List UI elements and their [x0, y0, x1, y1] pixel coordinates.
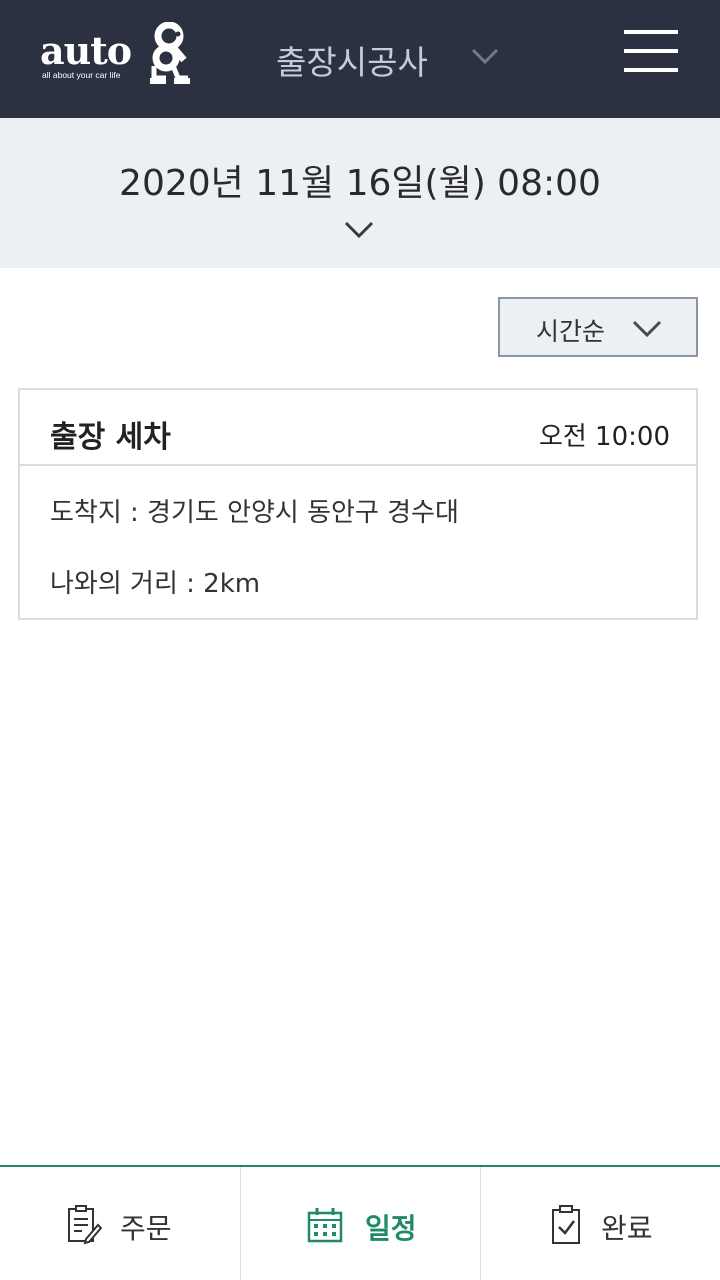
tab-completed[interactable]: 완료 — [480, 1167, 720, 1280]
chevron-down-icon — [632, 320, 662, 338]
mascot-icon — [150, 22, 190, 84]
sort-dropdown[interactable]: 시간순 — [498, 297, 698, 357]
destination-text: 도착지 : 경기도 안양시 동안구 경수대 — [50, 498, 459, 528]
clipboard-check-icon — [552, 1205, 580, 1244]
sort-label: 시간순 — [536, 317, 606, 346]
page-title[interactable]: 출장시공사 — [276, 36, 428, 84]
calendar-icon — [307, 1208, 343, 1243]
distance-text: 나와의 거리 : 2km — [50, 569, 261, 599]
autoq-logo[interactable]: auto all about your car life — [40, 22, 190, 86]
hamburger-menu-icon[interactable] — [620, 26, 680, 76]
logo-tagline: all about your car life — [42, 70, 121, 80]
schedule-card-header: 출장 세차 오전 10:00 — [20, 390, 696, 466]
bottom-tab-bar: 주문 일정 완료 — [0, 1165, 720, 1280]
schedule-time: 오전 10:00 — [538, 422, 670, 452]
date-selector[interactable]: 2020년 11월 16일(월) 08:00 — [0, 118, 720, 268]
tab-order[interactable]: 주문 — [0, 1167, 240, 1280]
app-header: auto all about your car life 출장시공사 — [0, 0, 720, 118]
tab-completed-label: 완료 — [601, 1212, 653, 1245]
tab-order-label: 주문 — [120, 1212, 172, 1245]
schedule-title: 출장 세차 — [50, 420, 171, 455]
tab-schedule-label: 일정 — [365, 1212, 417, 1245]
chevron-down-icon[interactable] — [343, 220, 375, 240]
order-form-icon — [68, 1205, 102, 1245]
selected-date: 2020년 11월 16일(월) 08:00 — [119, 163, 601, 204]
logo-text: auto — [40, 28, 132, 73]
schedule-card[interactable]: 출장 세차 오전 10:00 도착지 : 경기도 안양시 동안구 경수대 나와의… — [18, 388, 698, 620]
tab-schedule[interactable]: 일정 — [240, 1167, 480, 1280]
chevron-down-icon[interactable] — [470, 46, 500, 66]
